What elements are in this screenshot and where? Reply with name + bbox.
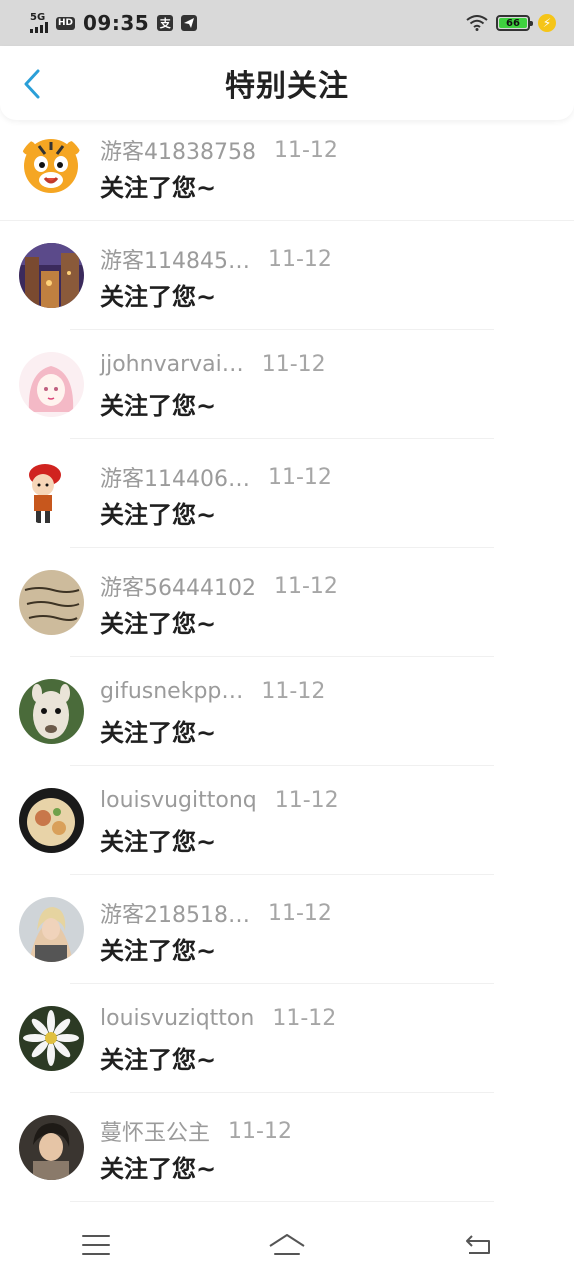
list-item[interactable]: 游客218518… 11-12 关注了您~: [0, 875, 574, 984]
list-item[interactable]: gifusnekpp… 11-12 关注了您~: [0, 657, 574, 766]
follow-date: 11-12: [273, 573, 338, 599]
menu-icon: [81, 1235, 110, 1255]
list-item[interactable]: jjohnvarvai… 11-12 关注了您~: [0, 330, 574, 439]
user-name[interactable]: jjohnvarvai…: [100, 352, 244, 377]
user-name[interactable]: 游客56444102: [100, 570, 256, 602]
charging-icon: ⚡: [538, 14, 556, 32]
follow-date: 11-12: [261, 352, 326, 377]
follow-date: 11-12: [274, 788, 339, 813]
follow-date: 11-12: [228, 1118, 292, 1144]
list-item[interactable]: 游客41838758 11-12 关注了您~: [0, 112, 574, 221]
page-title: 特别关注: [225, 69, 349, 104]
user-name[interactable]: louisvugittonq: [100, 788, 257, 813]
avatar[interactable]: [19, 570, 84, 635]
network-type: 5G: [30, 11, 46, 23]
user-name[interactable]: 游客41838758: [100, 134, 256, 166]
avatar[interactable]: [19, 897, 84, 962]
chevron-left-icon: [24, 69, 40, 99]
user-name[interactable]: 蔓怀玉公主: [100, 1115, 210, 1147]
user-name[interactable]: louisvuziqtton: [100, 1006, 254, 1031]
battery-level: 66: [499, 18, 527, 29]
follow-message: 关注了您~: [100, 283, 217, 311]
status-bar: 5G HD 09:35 支 66 ⚡: [0, 0, 574, 46]
follower-list: 游客41838758 11-12 关注了您~ 游客114845… 11-12 关…: [0, 112, 574, 1202]
wifi-icon: [466, 15, 488, 31]
follow-message: 关注了您~: [100, 1046, 217, 1074]
alipay-notification-icon: 支: [157, 15, 174, 31]
follow-message: 关注了您~: [100, 828, 217, 856]
signal-icon: 5G: [30, 11, 48, 33]
list-item[interactable]: 游客114845… 11-12 关注了您~: [0, 221, 574, 330]
status-time: 09:35: [83, 11, 150, 35]
follow-message: 关注了您~: [100, 1155, 217, 1183]
user-name[interactable]: 游客114406…: [100, 461, 250, 493]
divider: [70, 1201, 494, 1202]
avatar[interactable]: [19, 461, 84, 526]
follow-message: 关注了您~: [100, 937, 217, 965]
hd-badge: HD: [56, 16, 76, 30]
avatar[interactable]: [19, 788, 84, 853]
user-name[interactable]: gifusnekpp…: [100, 679, 243, 704]
page-header: 特别关注: [0, 46, 574, 120]
send-notification-icon: [181, 15, 198, 31]
user-name[interactable]: 游客114845…: [100, 243, 250, 275]
home-button[interactable]: [257, 1220, 317, 1270]
avatar[interactable]: [19, 134, 84, 199]
follow-message: 关注了您~: [100, 174, 217, 202]
follow-date: 11-12: [272, 1006, 337, 1031]
avatar[interactable]: [19, 679, 84, 744]
list-item[interactable]: 游客114406… 11-12 关注了您~: [0, 439, 574, 548]
follow-message: 关注了您~: [100, 610, 217, 638]
follow-message: 关注了您~: [100, 392, 217, 420]
back-icon: [466, 1235, 491, 1254]
menu-button[interactable]: [66, 1220, 126, 1270]
follow-date: 11-12: [267, 900, 332, 926]
avatar[interactable]: [19, 352, 84, 417]
follow-date: 11-12: [267, 246, 332, 272]
user-name[interactable]: 游客218518…: [100, 897, 250, 929]
list-item[interactable]: louisvugittonq 11-12 关注了您~: [0, 766, 574, 875]
follow-message: 关注了您~: [100, 719, 217, 747]
follow-date: 11-12: [261, 679, 326, 704]
list-item[interactable]: 蔓怀玉公主 11-12 关注了您~: [0, 1093, 574, 1202]
list-item[interactable]: louisvuziqtton 11-12 关注了您~: [0, 984, 574, 1093]
battery-icon: 66: [496, 15, 533, 31]
avatar[interactable]: [19, 243, 84, 308]
avatar[interactable]: [19, 1115, 84, 1180]
follow-message: 关注了您~: [100, 501, 217, 529]
follow-date: 11-12: [273, 137, 338, 163]
back-button[interactable]: [14, 64, 50, 104]
system-nav-bar: [0, 1210, 574, 1280]
avatar[interactable]: [19, 1006, 84, 1071]
list-item[interactable]: 游客56444102 11-12 关注了您~: [0, 548, 574, 657]
back-nav-button[interactable]: [448, 1220, 508, 1270]
home-icon: [269, 1234, 305, 1255]
follow-date: 11-12: [267, 464, 332, 490]
